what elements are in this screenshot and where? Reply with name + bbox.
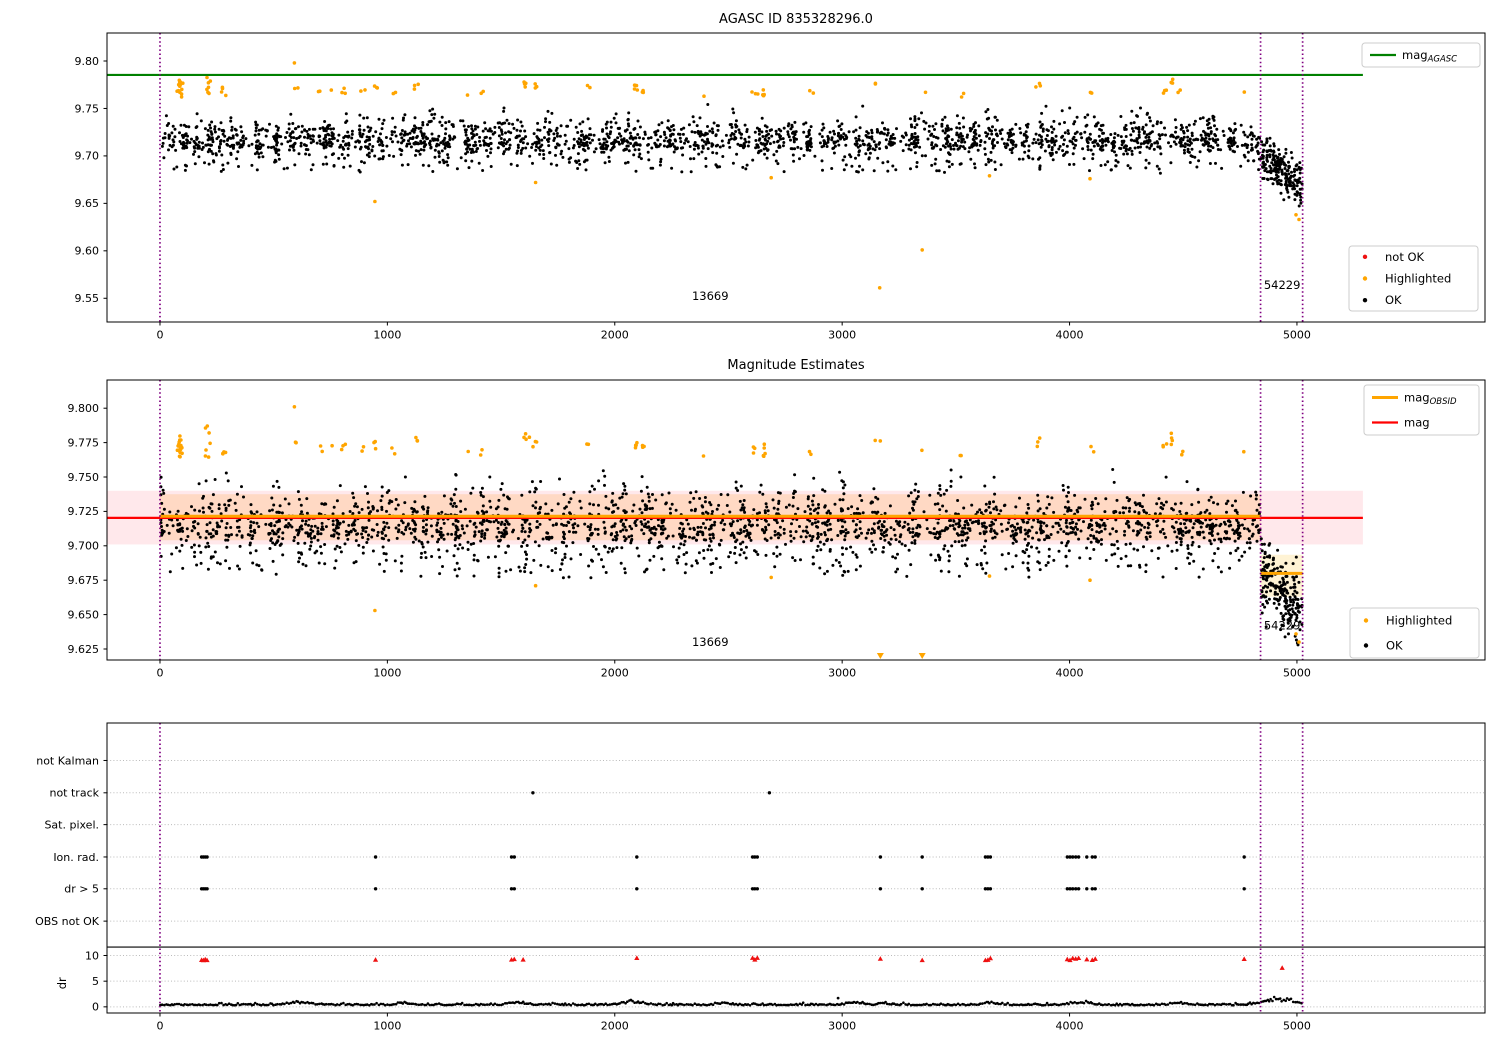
y-axis: 9.55 9.60 9.65 9.70 9.75 9.80 bbox=[75, 55, 107, 305]
legend-0: magOBSIDmag bbox=[1363, 384, 1480, 436]
annotation-54229: 54229 bbox=[1264, 619, 1301, 633]
agasc-mag-chart: 13669542290 1000 2000 3000 4000 50009.559.609… bbox=[75, 32, 1486, 342]
svg-text:9.75: 9.75 bbox=[75, 102, 100, 115]
scatter-highlighted bbox=[175, 61, 1301, 290]
svg-text:4000: 4000 bbox=[1056, 329, 1084, 342]
svg-text:9.60: 9.60 bbox=[75, 245, 100, 258]
svg-text:9.55: 9.55 bbox=[75, 292, 100, 305]
x-axis: 0 1000 2000 3000 4000 5000 bbox=[156, 322, 1311, 342]
svg-text:9.80: 9.80 bbox=[75, 55, 100, 68]
svg-text:9.65: 9.65 bbox=[75, 197, 100, 210]
svg-text:not OK: not OK bbox=[1385, 250, 1425, 264]
figure-canvas: 13669542290 1000 2000 3000 4000 50009.559.609… bbox=[35, 32, 1486, 1033]
dr-trace bbox=[159, 995, 1303, 1007]
x-axis: 0 1000 2000 3000 4000 5000 bbox=[156, 660, 1311, 680]
obsid-boundary-vlines bbox=[159, 723, 1304, 1013]
y-axis: not Kalmannot trackSat. pixel.Ion. rad.d… bbox=[35, 754, 107, 1014]
matplotlib-figure: AGASC ID 835328296.0 Magnitude Estimates… bbox=[0, 0, 1500, 1050]
plot-area bbox=[107, 380, 1363, 660]
flag-dots bbox=[199, 791, 1246, 1000]
y-axis: 9.6259.6509.6759.7009.7259.7509.7759.800 bbox=[68, 402, 107, 656]
svg-text:3000: 3000 bbox=[828, 329, 856, 342]
svg-text:2000: 2000 bbox=[601, 329, 629, 342]
svg-text:0: 0 bbox=[156, 329, 163, 342]
clip-markers bbox=[876, 653, 926, 659]
plot-area bbox=[107, 723, 1485, 1013]
flags-chart: 0 1000 2000 3000 4000 5000 not Kalmannot track… bbox=[35, 722, 1486, 1033]
svg-text:9.70: 9.70 bbox=[75, 150, 100, 163]
svg-text:Highlighted: Highlighted bbox=[1385, 272, 1451, 286]
ylabel-dr: dr bbox=[55, 977, 69, 989]
annotation-13669: 13669 bbox=[692, 635, 729, 649]
scatter-ok bbox=[160, 103, 1304, 208]
svg-text:5000: 5000 bbox=[1283, 329, 1311, 342]
mag-estimates-chart: 13669 54229 0 1000 2000 3000 4000 5000 9.6259.65… bbox=[68, 379, 1486, 680]
annotation-13669: 13669 bbox=[692, 289, 729, 303]
annotation-54229: 54229 bbox=[1264, 278, 1301, 292]
svg-text:OK: OK bbox=[1385, 293, 1402, 307]
red-flag-markers bbox=[198, 955, 1285, 970]
svg-text:1000: 1000 bbox=[373, 329, 401, 342]
legend-1: HighlightedOK bbox=[1349, 607, 1480, 659]
obsid-boundary-vlines bbox=[159, 33, 1304, 322]
axes-frame bbox=[106, 722, 1486, 1014]
gridlines bbox=[107, 759, 1485, 1008]
legend-1: not OK Highlighted OK bbox=[1348, 245, 1479, 312]
x-axis: 0 1000 2000 3000 4000 5000 bbox=[156, 1013, 1311, 1033]
plot-area bbox=[107, 33, 1363, 322]
legend-0: magAGASC bbox=[1361, 42, 1481, 68]
